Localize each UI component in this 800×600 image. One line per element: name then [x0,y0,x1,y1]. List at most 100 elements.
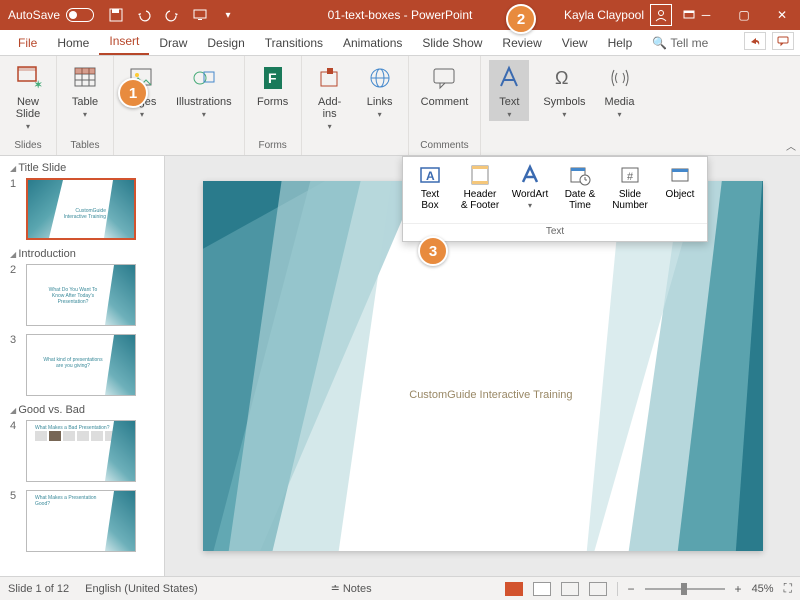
svg-text:A: A [426,169,435,183]
title-bar: AutoSave ▾ 01-text-boxes - PowerPoint Ka… [0,0,800,30]
links-icon [364,62,396,94]
tab-insert[interactable]: Insert [99,30,149,55]
symbols-button[interactable]: Ω Symbols ▾ [539,60,589,121]
wordart-icon [518,163,542,187]
callout-1: 1 [118,78,148,108]
zoom-slider[interactable] [645,588,725,590]
text-box-icon: A [418,163,442,187]
user-name: Kayla Claypool [564,8,644,22]
tab-help[interactable]: Help [598,32,643,55]
date-time-button[interactable]: Date & Time [555,163,605,221]
new-slide-button[interactable]: ✶ New Slide ▾ [8,60,48,133]
text-icon [493,62,525,94]
status-bar: Slide 1 of 12 English (United States) ≐ … [0,576,800,600]
header-footer-button[interactable]: Header & Footer [455,163,505,221]
text-dropdown-flyout: A Text Box Header & Footer WordArt ▾ Dat… [402,156,708,242]
user-account[interactable]: Kayla Claypool [564,4,672,26]
language-indicator[interactable]: English (United States) [85,583,198,595]
thumbnail-slide-4[interactable]: What Makes a Bad Presentation? [26,420,136,482]
tab-design[interactable]: Design [197,32,254,55]
tab-view[interactable]: View [552,32,598,55]
reading-view-button[interactable] [561,582,579,596]
undo-icon[interactable] [136,7,152,23]
avatar-icon [650,4,672,26]
redo-icon[interactable] [164,7,180,23]
object-icon [668,163,692,187]
tab-file[interactable]: File [8,32,47,55]
start-slideshow-icon[interactable] [192,7,208,23]
section-introduction[interactable]: Introduction [10,248,154,260]
ribbon: ✶ New Slide ▾ Slides Table ▾ Tables …ges… [0,56,800,156]
text-box-button[interactable]: A Text Box [405,163,455,221]
thumbnail-slide-2[interactable]: What Do You Want ToKnow After Today'sPre… [26,264,136,326]
minimize-button[interactable]: ─ [696,8,716,22]
zoom-in-button[interactable]: + [735,582,742,596]
group-label-forms: Forms [258,140,286,153]
tab-slideshow[interactable]: Slide Show [412,32,492,55]
section-good-vs-bad[interactable]: Good vs. Bad [10,404,154,416]
callout-3: 3 [418,236,448,266]
object-button[interactable]: Object [655,163,705,221]
maximize-button[interactable]: ▢ [734,8,754,22]
tab-transitions[interactable]: Transitions [255,32,333,55]
fit-to-window-button[interactable]: ⛶ [784,581,792,596]
text-button[interactable]: Text ▾ [489,60,529,121]
slide-background-left [203,181,423,551]
autosave-toggle[interactable]: AutoSave [8,8,94,22]
notes-button[interactable]: ≐ Notes [331,583,372,595]
qat-more-icon[interactable]: ▾ [220,7,236,23]
tab-animations[interactable]: Animations [333,32,412,55]
normal-view-button[interactable] [505,582,523,596]
comment-button[interactable]: Comment [417,60,473,110]
comments-button[interactable] [772,32,794,50]
callout-2: 2 [506,4,536,34]
wordart-button[interactable]: WordArt ▾ [505,163,555,221]
header-footer-icon [468,163,492,187]
slide-number-button[interactable]: # Slide Number [605,163,655,221]
close-button[interactable]: ✕ [772,8,792,22]
tell-me-search[interactable]: 🔍 Tell me [642,32,718,55]
slide-position[interactable]: Slide 1 of 12 [8,583,69,595]
collapse-ribbon-icon[interactable]: ︿ [786,138,796,153]
thumbnail-slide-1[interactable]: CustomGuideInteractive Training [26,178,136,240]
slide-thumbnail-panel[interactable]: Title Slide 1 CustomGuideInteractive Tra… [0,156,165,576]
tab-home[interactable]: Home [47,32,99,55]
share-button[interactable] [744,32,766,50]
slideshow-view-button[interactable] [589,582,607,596]
group-label-slides: Slides [14,140,41,153]
svg-text:F: F [268,70,277,86]
svg-text:#: # [627,171,634,183]
zoom-level[interactable]: 45% [752,583,774,595]
autosave-label: AutoSave [8,8,60,22]
tab-review[interactable]: Review [492,32,551,55]
save-icon[interactable] [108,7,124,23]
forms-button[interactable]: F Forms [253,60,293,110]
illustrations-icon [188,62,220,94]
media-icon [604,62,636,94]
comment-icon [428,62,460,94]
table-button[interactable]: Table ▾ [65,60,105,121]
date-time-icon [568,163,592,187]
autosave-switch-icon[interactable] [66,8,94,22]
zoom-out-button[interactable]: − [628,582,635,596]
slide-sorter-view-button[interactable] [533,582,551,596]
forms-icon: F [257,62,289,94]
addins-button[interactable]: Add- ins ▾ [310,60,350,133]
group-label-comments: Comments [420,140,468,153]
group-label-tables: Tables [71,140,100,153]
table-icon [69,62,101,94]
section-title-slide[interactable]: Title Slide [10,162,154,174]
ribbon-display-options-icon[interactable] [682,8,696,22]
links-button[interactable]: Links ▾ [360,60,400,133]
new-slide-icon: ✶ [12,62,44,94]
text-flyout-group-label: Text [403,223,707,241]
svg-text:✶: ✶ [34,80,42,91]
ribbon-tabs: File Home Insert Draw Design Transitions… [0,30,800,56]
tab-draw[interactable]: Draw [149,32,197,55]
thumbnail-slide-3[interactable]: What kind of presentationsare you giving… [26,334,136,396]
svg-text:Ω: Ω [555,68,568,88]
slide-number-icon: # [618,163,642,187]
illustrations-button[interactable]: Illustrations ▾ [172,60,236,121]
media-button[interactable]: Media ▾ [600,60,640,121]
thumbnail-slide-5[interactable]: What Makes a Presentation Good? [26,490,136,552]
